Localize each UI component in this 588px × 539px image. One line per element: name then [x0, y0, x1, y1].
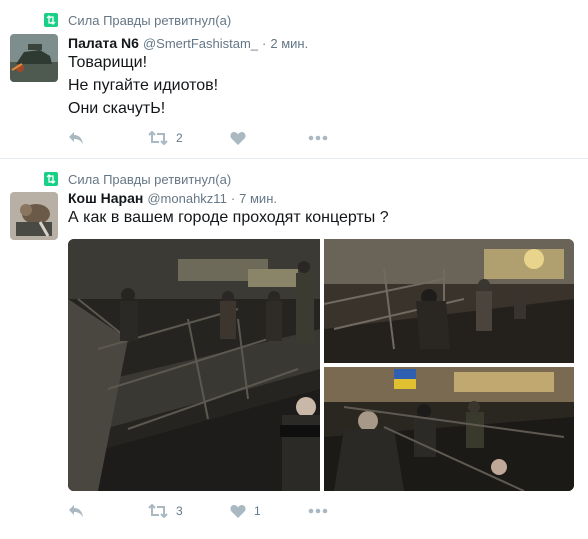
tweet-media	[68, 239, 574, 491]
author-name[interactable]: Палата N6	[68, 35, 139, 51]
tweet-time[interactable]: 7 мин.	[239, 191, 277, 206]
retweet-icon	[148, 131, 168, 145]
retweet-icon	[148, 504, 168, 518]
retweet-icon	[44, 172, 58, 186]
reply-icon	[69, 505, 83, 517]
heart-icon	[230, 505, 246, 518]
tweet-actions: 3 1	[68, 501, 328, 521]
avatar[interactable]	[10, 34, 58, 82]
retweet-button[interactable]: 3	[148, 504, 230, 518]
author-name[interactable]: Кош Наран	[68, 190, 143, 206]
retweet-count: 3	[176, 504, 183, 518]
more-icon	[308, 508, 328, 514]
tweet-2[interactable]: Сила Правды ретвитнул(а) Кош Наран @mona…	[0, 159, 588, 539]
avatar-image	[10, 34, 58, 82]
tweet-text-line: Товарищи!	[68, 54, 148, 71]
media-photo-1[interactable]	[68, 239, 320, 491]
media-photo-2[interactable]	[324, 239, 574, 363]
author-handle[interactable]: @monahkz11	[147, 191, 226, 206]
tweet-text-line: Не пугайте идиотов!	[68, 77, 219, 94]
like-count: 1	[254, 504, 261, 518]
more-button[interactable]	[308, 508, 328, 514]
tweet-actions: 2	[68, 128, 328, 148]
media-photo-3[interactable]	[324, 367, 574, 491]
like-button[interactable]	[230, 131, 308, 145]
retweet-context-text: Сила Правды ретвитнул(а)	[68, 171, 232, 187]
more-button[interactable]	[308, 135, 328, 141]
retweet-icon	[44, 13, 58, 27]
like-button[interactable]: 1	[230, 504, 308, 518]
reply-icon	[69, 132, 83, 144]
retweet-context: Сила Правды ретвитнул(а)	[44, 171, 231, 187]
separator-dot: ·	[262, 36, 267, 51]
tweet-1[interactable]: Сила Правды ретвитнул(а) Палата N6 @Smer…	[0, 0, 588, 159]
retweet-context-text: Сила Правды ретвитнул(а)	[68, 12, 232, 28]
tweet-header: Палата N6 @SmertFashistam_ · 2 мин.	[68, 35, 308, 51]
tweet-header: Кош Наран @monahkz11 · 7 мин.	[68, 190, 277, 206]
reply-button[interactable]	[68, 504, 148, 518]
author-handle[interactable]: @SmertFashistam_	[143, 36, 258, 51]
tweet-text: А как в вашем городе проходят концерты ?	[68, 206, 389, 229]
retweet-count: 2	[176, 131, 183, 145]
avatar[interactable]	[10, 192, 58, 240]
retweet-button[interactable]: 2	[148, 131, 230, 145]
retweet-context: Сила Правды ретвитнул(а)	[44, 12, 231, 28]
tweet-text-line: Они скачутЬ!	[68, 100, 166, 117]
more-icon	[308, 135, 328, 141]
separator-dot: ·	[230, 191, 236, 206]
tweet-time[interactable]: 2 мин.	[270, 36, 308, 51]
tweet-text: Товарищи! Не пугайте идиотов! Они скачут…	[68, 51, 218, 120]
avatar-image	[10, 192, 58, 240]
tweet-text-line: А как в вашем городе проходят концерты ?	[68, 209, 389, 226]
reply-button[interactable]	[68, 131, 148, 145]
heart-icon	[230, 132, 246, 145]
